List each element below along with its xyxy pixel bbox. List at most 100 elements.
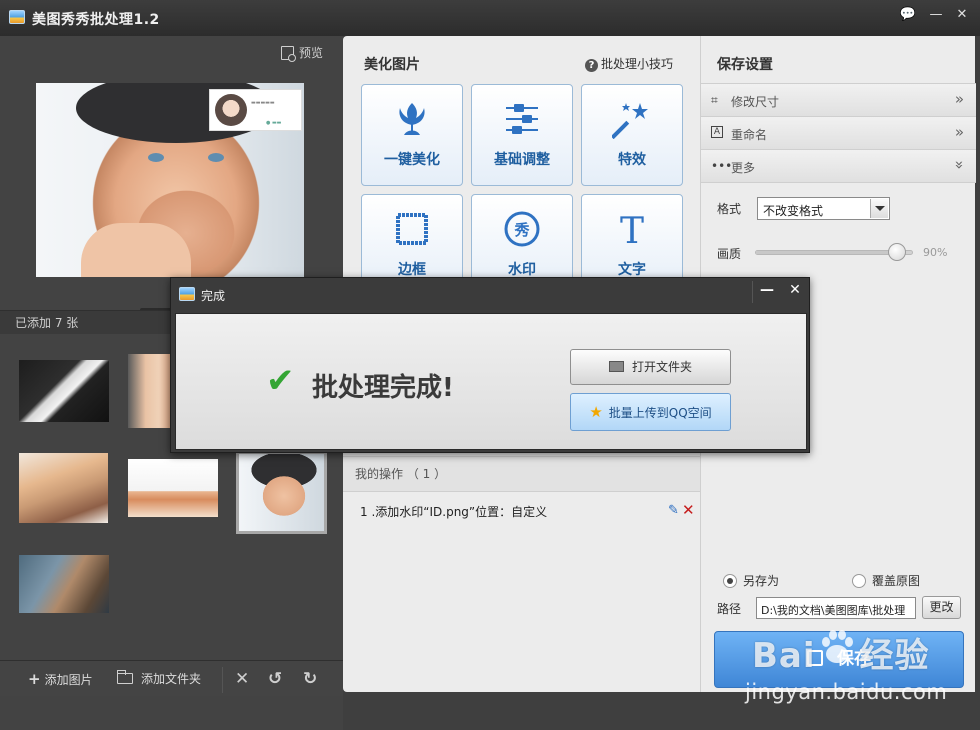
star-icon: ★ <box>589 403 603 421</box>
folder-icon <box>117 670 133 684</box>
tool-label: 一键美化 <box>384 152 440 168</box>
quality-slider-fill <box>756 251 897 254</box>
radio-dot <box>852 574 866 588</box>
delete-operation-icon[interactable]: ✕ <box>682 501 695 519</box>
beautify-title: 美化图片 <box>364 57 420 73</box>
thumbnail[interactable] <box>128 354 172 428</box>
watermark-avatar <box>215 94 247 126</box>
my-operations-header: 我的操作 （ 1 ） <box>343 456 700 492</box>
path-label: 路径 <box>717 602 742 616</box>
path-field[interactable]: D:\我的文档\美图图库\批处理 <box>756 597 916 619</box>
dialog-close-button[interactable]: ✕ <box>785 282 805 298</box>
baidu-watermark-url: jingyan.baidu.com <box>745 680 948 704</box>
accordion-label: 修改尺寸 <box>731 95 780 109</box>
text-icon: T <box>620 211 644 249</box>
format-label: 格式 <box>717 202 742 216</box>
magic-wand-icon <box>612 103 648 139</box>
baidu-logo-right: 经验 <box>859 636 930 676</box>
toolbar-divider <box>222 667 223 693</box>
main-preview-image: ▬▬▬▬▬ ● ▬▬ <box>36 83 304 277</box>
change-path-button[interactable]: 更改 <box>922 596 961 619</box>
thumbnail-selected[interactable] <box>236 451 327 534</box>
dialog-title: 完成 <box>201 289 226 303</box>
frame-icon <box>396 213 428 245</box>
folder-icon <box>608 361 624 372</box>
accordion-resize[interactable]: ⌗ 修改尺寸 » <box>701 83 976 116</box>
tips-link[interactable]: ? 批处理小技巧 <box>585 55 673 72</box>
tool-basic-adjust[interactable]: 基础调整 <box>471 84 573 186</box>
tulip-icon <box>399 103 425 135</box>
chevron-down-icon <box>870 199 888 218</box>
checkmark-icon: ✔ <box>266 361 295 401</box>
crop-icon: ⌗ <box>711 93 718 107</box>
format-select[interactable]: 不改变格式 <box>757 197 890 220</box>
sliders-icon <box>506 104 538 134</box>
thumbnail[interactable] <box>128 459 218 517</box>
close-button[interactable]: ✕ <box>952 6 972 24</box>
app-icon <box>179 287 195 301</box>
left-bottom-toolbar: + 添加图片 添加文件夹 ✕ ↺ ↻ <box>0 660 343 696</box>
watermark-text: ▬▬▬▬▬ <box>251 100 275 106</box>
quality-label: 画质 <box>717 247 742 261</box>
add-image-label: 添加图片 <box>44 673 93 687</box>
thumbnail[interactable] <box>19 453 108 523</box>
completion-message: 批处理完成! <box>312 373 454 403</box>
watermark-icon: 秀 <box>504 211 540 247</box>
watermark-subtext: ● ▬▬ <box>266 120 282 126</box>
save-as-radio[interactable]: 另存为 <box>723 572 779 589</box>
tool-label: 基础调整 <box>494 152 550 168</box>
accordion-label: 更多 <box>731 161 756 175</box>
quality-slider-handle[interactable] <box>888 243 907 261</box>
open-folder-button[interactable]: 打开文件夹 <box>570 349 731 385</box>
accordion-more[interactable]: ••• 更多 » <box>701 149 976 182</box>
more-icon: ••• <box>711 159 733 173</box>
watermark-card[interactable]: ▬▬▬▬▬ ● ▬▬ <box>209 89 302 131</box>
divider <box>701 182 976 183</box>
edit-icon[interactable]: ✎ <box>668 503 679 518</box>
operation-item: 1 .添加水印“ID.png”位置：自定义 <box>360 505 548 519</box>
tool-effects[interactable]: 特效 <box>581 84 683 186</box>
rotate-right-icon[interactable]: ↻ <box>303 669 317 689</box>
feedback-icon[interactable]: 💬 <box>898 6 918 24</box>
accordion-label: 重命名 <box>731 128 768 142</box>
thumbnail[interactable] <box>19 555 109 613</box>
preview-icon <box>281 46 296 62</box>
delete-icon[interactable]: ✕ <box>235 669 249 689</box>
add-folder-button[interactable]: 添加文件夹 <box>117 670 201 687</box>
dialog-minimize-button[interactable]: — <box>757 282 777 298</box>
preview-eye <box>208 153 224 162</box>
overwrite-label: 覆盖原图 <box>872 574 921 588</box>
window-titlebar: 美图秀秀批处理1.2 💬 — ✕ <box>0 0 980 36</box>
rotate-left-icon[interactable]: ↺ <box>268 669 282 689</box>
tool-label: 特效 <box>618 152 646 168</box>
tool-auto-beautify[interactable]: 一键美化 <box>361 84 463 186</box>
radio-dot <box>723 574 737 588</box>
add-image-button[interactable]: + 添加图片 <box>28 670 93 688</box>
add-folder-label: 添加文件夹 <box>141 672 202 686</box>
dialog-body: ✔ 批处理完成! 打开文件夹 ★ 批量上传到QQ空间 <box>175 313 807 450</box>
open-folder-label: 打开文件夹 <box>631 360 692 374</box>
accordion-rename[interactable]: A 重命名 » <box>701 116 976 149</box>
svg-text:秀: 秀 <box>513 221 530 239</box>
tool-label: 文字 <box>618 262 646 278</box>
thumbnail[interactable] <box>19 360 109 422</box>
completion-dialog: 完成 — ✕ ✔ 批处理完成! 打开文件夹 ★ 批量上传到QQ空间 <box>170 277 810 453</box>
chevron-down-icon: » <box>950 160 969 170</box>
overwrite-radio[interactable]: 覆盖原图 <box>852 572 920 589</box>
rename-icon: A <box>711 126 723 138</box>
preview-link[interactable]: 预览 <box>281 44 324 62</box>
window-title: 美图秀秀批处理1.2 <box>32 12 160 28</box>
preview-label: 预览 <box>299 46 324 60</box>
tool-label: 水印 <box>508 262 536 278</box>
svg-text:T: T <box>620 211 644 249</box>
save-as-label: 另存为 <box>743 574 780 588</box>
dialog-divider <box>752 281 753 303</box>
tips-label: 批处理小技巧 <box>601 57 674 71</box>
plus-icon: + <box>28 670 41 688</box>
chevron-right-icon: » <box>954 90 964 108</box>
preview-hand <box>81 223 191 277</box>
app-icon <box>9 10 25 24</box>
format-value: 不改变格式 <box>763 204 824 218</box>
upload-qzone-button[interactable]: ★ 批量上传到QQ空间 <box>570 393 731 431</box>
minimize-button[interactable]: — <box>926 6 946 24</box>
